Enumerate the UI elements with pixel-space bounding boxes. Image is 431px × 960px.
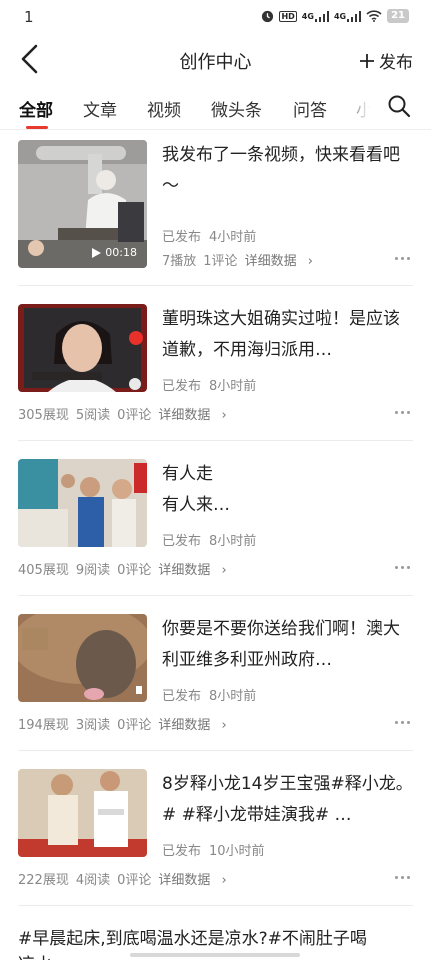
play-icon	[92, 247, 102, 258]
nav-bar: 创作中心 发布	[0, 34, 431, 84]
stat-impressions: 305展现	[18, 408, 69, 423]
tab-videos[interactable]: 视频	[147, 96, 181, 121]
more-options-button[interactable]	[393, 254, 413, 264]
item-meta: 已发布 8小时前	[162, 375, 264, 394]
item-meta: 已发布 8小时前	[162, 685, 264, 704]
divider	[18, 905, 413, 906]
stat-reads: 9阅读	[75, 563, 111, 578]
item-meta: 已发布 4小时前	[162, 226, 264, 245]
item-stats: 305展现 5阅读 0评论 详细数据 ›	[18, 404, 234, 423]
publish-time: 4小时前	[209, 230, 257, 245]
stat-comments: 0评论	[117, 873, 152, 888]
plus-icon	[360, 53, 374, 68]
wifi-icon	[366, 10, 382, 22]
status-bar: 1 HD 4G 4G 21	[0, 0, 431, 34]
hd-icon: HD	[279, 10, 297, 22]
publish-status: 已发布	[162, 230, 202, 245]
publish-label: 发布	[379, 53, 413, 73]
item-stats: 7播放 1评论 详细数据 ›	[162, 250, 320, 269]
alarm-icon	[261, 10, 274, 23]
video-duration: 00:18	[92, 246, 137, 259]
item-title: 8岁释小龙14岁王宝强#释小龙。# #释小龙带娃演我# …	[162, 774, 413, 825]
item-title-line: 有人来…	[162, 495, 230, 515]
divider	[18, 595, 413, 596]
item-meta: 已发布 8小时前	[162, 530, 264, 549]
more-options-button[interactable]	[393, 718, 413, 728]
more-options-button[interactable]	[393, 563, 413, 573]
tab-qa[interactable]: 问答	[293, 96, 327, 121]
status-time: 1	[24, 8, 34, 26]
stat-impressions: 222展现	[18, 873, 69, 888]
item-stats: 405展现 9阅读 0评论 详细数据 ›	[18, 559, 234, 578]
list-item[interactable]: 00:18 我发布了一条视频，快来看看吧～ 已发布 4小时前 7播放 1评论 详细数据…	[18, 140, 413, 272]
stat-reads: 3阅读	[75, 718, 111, 733]
signal-4g-icon: 4G	[302, 10, 329, 22]
divider	[18, 285, 413, 286]
stat-reads: 5阅读	[75, 408, 111, 423]
publish-status: 已发布	[162, 844, 202, 859]
item-stats: 194展现 3阅读 0评论 详细数据 ›	[18, 714, 234, 733]
publish-status: 已发布	[162, 689, 202, 704]
divider	[18, 750, 413, 751]
search-button[interactable]	[387, 94, 411, 118]
tab-articles[interactable]: 文章	[83, 96, 117, 121]
more-options-button[interactable]	[393, 873, 413, 883]
item-title[interactable]: 凉水	[18, 952, 52, 960]
list-item[interactable]: 董明珠这大姐确实过啦！是应该道歉，不用海归派用… 已发布 8小时前 305展现 5阅…	[18, 304, 413, 424]
item-title-line: 有人走	[162, 464, 213, 484]
home-indicator	[130, 953, 300, 957]
stat-comments: 0评论	[117, 718, 152, 733]
tab-all[interactable]: 全部	[19, 96, 53, 121]
status-icons: HD 4G 4G 21	[261, 9, 409, 23]
publish-status: 已发布	[162, 379, 202, 394]
stat-plays: 7播放	[162, 254, 197, 269]
item-title: 你要是不要你送给我们啊！澳大利亚维多利亚州政府…	[162, 619, 400, 670]
article-thumbnail	[18, 614, 147, 702]
publish-button[interactable]: 发布	[359, 48, 413, 73]
article-thumbnail	[18, 459, 147, 547]
list-item[interactable]: 有人走 有人来… 已发布 8小时前 405展现 9阅读 0评论 详细数据 ›	[18, 459, 413, 579]
category-tabs: 全部 文章 视频 微头条 问答 小	[0, 84, 431, 130]
detail-data-link[interactable]: 详细数据 ›	[158, 873, 226, 888]
detail-data-link[interactable]: 详细数据 ›	[158, 408, 226, 423]
active-tab-indicator	[26, 126, 48, 129]
duration-label: 00:18	[105, 246, 137, 259]
publish-status: 已发布	[162, 534, 202, 549]
video-thumbnail: 00:18	[18, 140, 147, 268]
signal-4g-icon: 4G	[334, 10, 362, 22]
item-title: 董明珠这大姐确实过啦！是应该道歉，不用海归派用…	[162, 309, 400, 360]
tab-micro-posts[interactable]: 微头条	[211, 96, 262, 121]
battery-icon: 21	[387, 9, 409, 23]
tab-fade	[342, 84, 382, 128]
article-thumbnail	[18, 769, 147, 857]
divider	[18, 440, 413, 441]
item-title: 有人走 有人来…	[162, 459, 413, 521]
publish-time: 8小时前	[209, 534, 257, 549]
item-meta: 已发布 10小时前	[162, 840, 273, 859]
item-title: 我发布了一条视频，快来看看吧～	[162, 145, 400, 196]
article-thumbnail	[18, 304, 147, 392]
item-stats: 222展现 4阅读 0评论 详细数据 ›	[18, 869, 234, 888]
publish-time: 8小时前	[209, 689, 257, 704]
more-options-button[interactable]	[393, 408, 413, 418]
stat-comments: 0评论	[117, 408, 152, 423]
detail-data-link[interactable]: 详细数据 ›	[158, 563, 226, 578]
list-item[interactable]: 你要是不要你送给我们啊！澳大利亚维多利亚州政府… 已发布 8小时前 194展现 3阅…	[18, 614, 413, 734]
stat-comments: 0评论	[117, 563, 152, 578]
list-item[interactable]: 8岁释小龙14岁王宝强#释小龙。# #释小龙带娃演我# … 已发布 10小时前 2…	[18, 769, 413, 889]
stat-reads: 4阅读	[75, 873, 111, 888]
publish-time: 8小时前	[209, 379, 257, 394]
search-icon	[388, 95, 411, 118]
stat-impressions: 405展现	[18, 563, 69, 578]
item-title[interactable]: #早晨起床,到底喝温水还是凉水?#不闹肚子喝	[18, 926, 418, 952]
detail-data-link[interactable]: 详细数据 ›	[245, 254, 313, 269]
stat-impressions: 194展现	[18, 718, 69, 733]
detail-data-link[interactable]: 详细数据 ›	[158, 718, 226, 733]
publish-time: 10小时前	[209, 844, 265, 859]
stat-comments: 1评论	[203, 254, 238, 269]
